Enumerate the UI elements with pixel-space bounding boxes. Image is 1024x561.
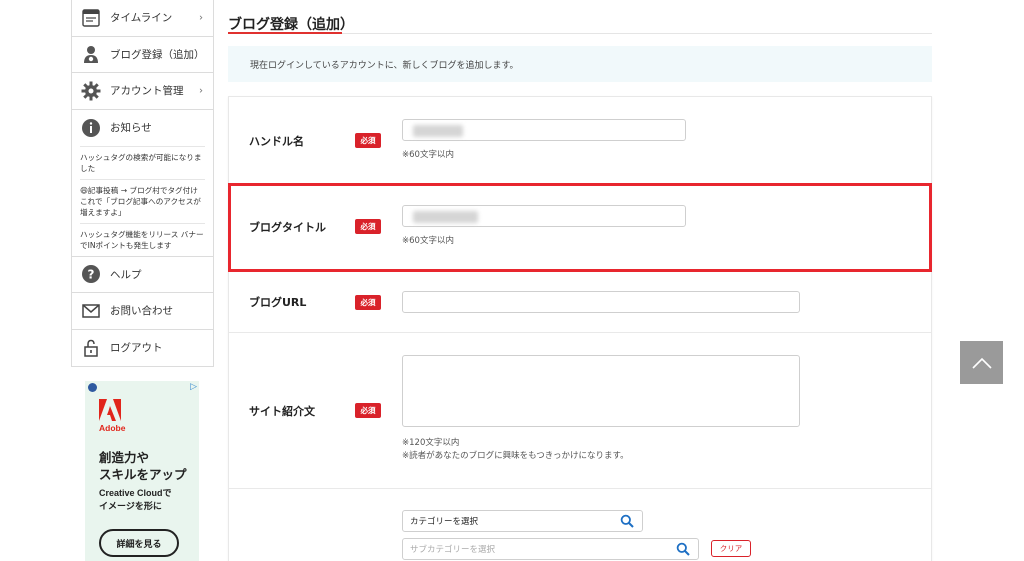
ad-choices-icon[interactable]: ▷ [190,382,197,392]
adobe-logo-icon [99,399,121,421]
category-row: カテゴリーを選択 サブカテゴリーを選択 クリア [229,489,931,561]
chevron-right-icon: › [199,12,203,24]
sidebar-item-news[interactable]: お知らせ [72,110,213,146]
site-intro-hint-1: ※120文字以内 [402,438,460,448]
highlight-box [228,183,932,272]
required-badge: 必須 [355,295,381,310]
sidebar-item-timeline[interactable]: タイムライン › [72,0,213,37]
help-icon: ? [80,263,102,285]
sidebar-item-label: お知らせ [110,122,152,134]
site-intro-label: サイト紹介文 [249,405,315,418]
ad-brand: Adobe [99,423,126,433]
site-intro-textarea[interactable] [402,355,800,427]
required-badge: 必須 [355,403,381,418]
news-list: ハッシュタグの検索が可能になりました 😄記事投稿 → ブログ村でタグ付け これで… [72,145,213,256]
mail-icon [80,300,102,322]
sidebar-item-label: ブログ登録（追加） [110,48,205,61]
scroll-top-button[interactable] [960,341,1003,384]
clear-button[interactable]: クリア [711,540,751,557]
search-icon [676,542,690,556]
handle-input[interactable] [402,119,686,141]
news-section: お知らせ ハッシュタグの検索が可能になりました 😄記事投稿 → ブログ村でタグ付… [72,110,213,257]
title-underline [228,32,342,34]
subcategory-placeholder: サブカテゴリーを選択 [410,545,496,555]
blog-register-form: ハンドル名 必須 ※60文字以内 ブログタイトル 必須 ※60文字以内 ブログU… [228,96,932,561]
sidebar-item-contact[interactable]: お問い合わせ [72,293,213,330]
blog-url-input[interactable] [402,291,800,313]
chevron-right-icon: › [199,85,203,97]
news-item[interactable]: 😄記事投稿 → ブログ村でタグ付け これで「ブログ記事へのアクセスが増えますよ」 [80,178,205,223]
site-intro-hint-2: ※読者があなたのブログに興味をもつきっかけになります。 [402,451,629,461]
blog-url-label: ブログURL [249,296,307,309]
ad-cta-button[interactable]: 詳細を見る [99,529,179,557]
sidebar: タイムライン › ブログ登録（追加） アカウント管理 › お知らせ ハッシュタグ… [71,0,214,367]
site-intro-row: サイト紹介文 必須 ※120文字以内 ※読者があなたのブログに興味をもつきっかけ… [229,333,931,489]
blog-url-row: ブログURL 必須 [229,270,931,333]
sidebar-item-blog-register[interactable]: ブログ登録（追加） [72,37,213,73]
notice-banner: 現在ログインしているアカウントに、新しくブログを追加します。 [228,46,932,82]
handle-row: ハンドル名 必須 ※60文字以内 [229,97,931,184]
category-value: カテゴリーを選択 [410,517,479,527]
sidebar-item-label: ヘルプ [110,268,142,281]
handle-label: ハンドル名 [249,135,304,148]
sidebar-item-label: タイムライン [110,12,173,25]
handle-hint: ※60文字以内 [402,150,454,160]
user-add-icon [80,43,102,65]
logout-icon [80,337,102,359]
page-title: ブログ登録（追加） [228,17,354,33]
ad-info-icon[interactable] [88,383,97,392]
category-select[interactable]: カテゴリーを選択 [402,510,643,532]
gear-icon [80,80,102,102]
advertisement[interactable]: ▷ Adobe 創造力や スキルをアップ Creative Cloudで イメー… [85,381,199,561]
search-icon [620,514,634,528]
svg-text:?: ? [88,268,95,282]
chevron-up-icon [971,357,992,369]
subcategory-select[interactable]: サブカテゴリーを選択 [402,538,699,560]
sidebar-item-label: アカウント管理 [110,85,184,98]
news-item[interactable]: ハッシュタグ機能をリリース バナーでINポイントも発生します [80,222,205,256]
timeline-icon [80,7,102,29]
sidebar-item-account[interactable]: アカウント管理 › [72,73,213,110]
required-badge: 必須 [355,133,381,148]
news-item[interactable]: ハッシュタグの検索が可能になりました [80,145,205,179]
ad-headline: 創造力や スキルをアップ [99,450,187,482]
info-icon [80,117,102,139]
sidebar-item-logout[interactable]: ログアウト [72,330,213,367]
ad-subheadline: Creative Cloudで イメージを形に [99,488,172,511]
sidebar-item-label: お問い合わせ [110,305,173,318]
sidebar-item-help[interactable]: ? ヘルプ [72,257,213,293]
sidebar-item-label: ログアウト [110,342,163,355]
